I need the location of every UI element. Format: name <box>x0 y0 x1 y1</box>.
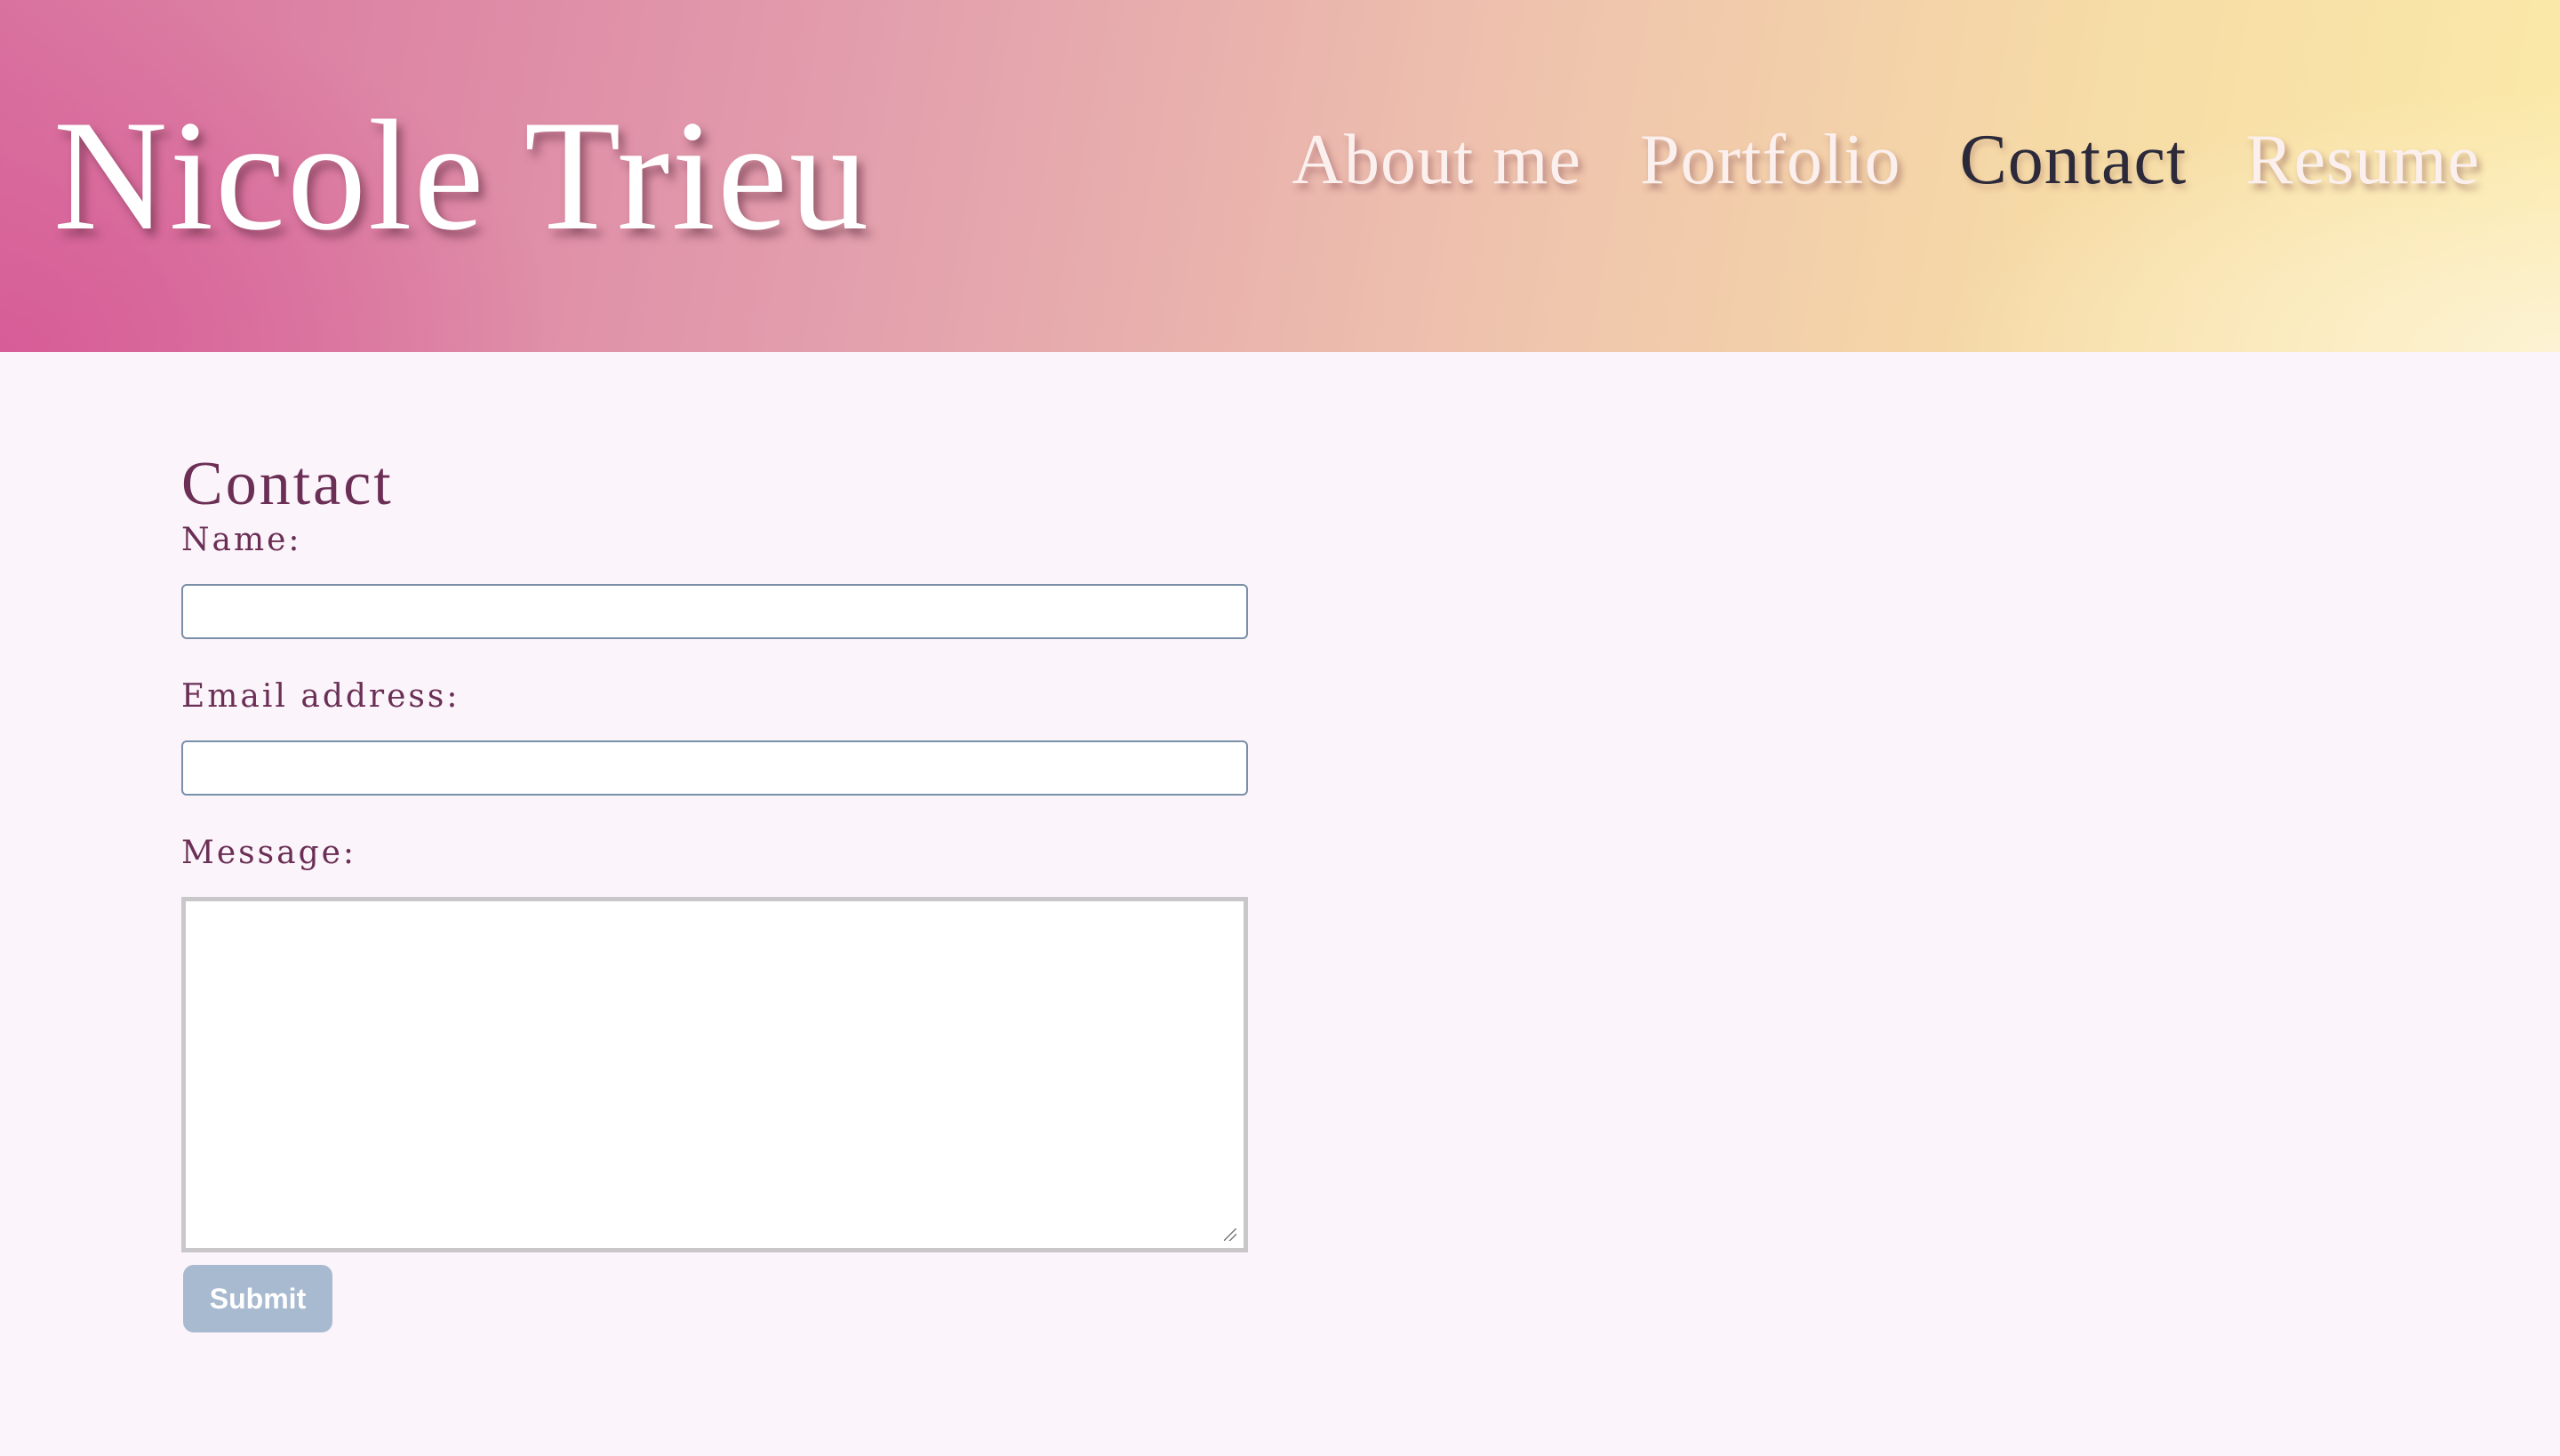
nav-link-about-me[interactable]: About me <box>1292 124 1581 196</box>
site-title[interactable]: Nicole Trieu <box>53 96 870 254</box>
main-nav: About me Portfolio Contact Resume <box>1292 124 2480 196</box>
nav-link-portfolio[interactable]: Portfolio <box>1640 124 1900 196</box>
name-label: Name: <box>181 522 302 558</box>
email-label: Email address: <box>181 678 460 715</box>
email-input[interactable] <box>181 740 1248 796</box>
page-title: Contact <box>181 450 394 518</box>
message-label: Message: <box>181 835 357 871</box>
nav-link-contact[interactable]: Contact <box>1959 124 2187 196</box>
name-input[interactable] <box>181 584 1248 639</box>
submit-button[interactable]: Submit <box>183 1265 332 1332</box>
contact-section: Contact Name: Email address: Message: Su… <box>181 453 1248 1332</box>
message-textarea[interactable] <box>181 897 1248 1252</box>
resize-grip-icon[interactable] <box>1224 1228 1236 1241</box>
nav-link-resume[interactable]: Resume <box>2245 124 2480 196</box>
site-header: Nicole Trieu About me Portfolio Contact … <box>0 0 2560 352</box>
